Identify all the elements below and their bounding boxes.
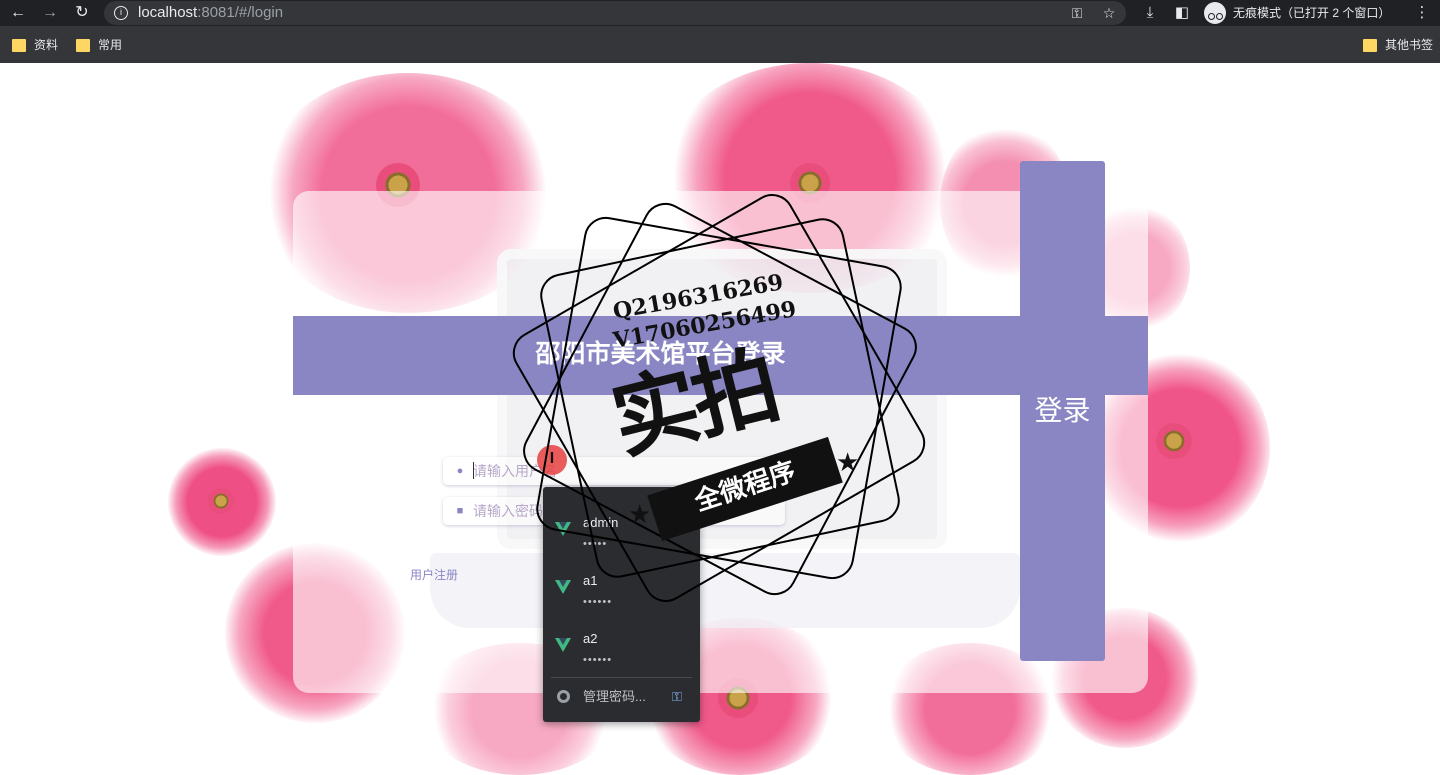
lock-icon: ■ bbox=[456, 505, 464, 517]
autofill-entry-a2[interactable]: a2 •••••• bbox=[543, 625, 700, 681]
incognito-icon bbox=[1204, 2, 1226, 24]
manage-passwords-item[interactable]: 管理密码... ⚿ bbox=[543, 682, 700, 712]
incognito-indicator[interactable]: 无痕模式（已打开 2 个窗口） bbox=[1200, 0, 1402, 26]
manage-passwords-label: 管理密码... bbox=[583, 689, 646, 704]
side-panel-icon[interactable]: ◧ bbox=[1172, 3, 1192, 23]
url-text[interactable]: localhost:8081/#/login bbox=[138, 4, 283, 22]
address-bar[interactable]: i localhost:8081/#/login ⚿ ☆ bbox=[104, 1, 1126, 25]
star-icon[interactable]: ☆ bbox=[1100, 4, 1118, 22]
register-link[interactable]: 用户注册 bbox=[410, 567, 458, 583]
info-icon[interactable]: i bbox=[114, 6, 128, 20]
vue-logo-icon bbox=[555, 638, 571, 652]
key-icon[interactable]: ⚿ bbox=[1068, 4, 1086, 22]
folder-icon bbox=[76, 39, 90, 52]
back-arrow-icon[interactable]: ← bbox=[8, 3, 28, 23]
login-page: 邵阳市美术馆平台登录 登录 ● ■ 用户注册 I admin ••••• a1 … bbox=[0, 63, 1440, 775]
chrome-icon bbox=[557, 690, 570, 703]
incognito-label: 无痕模式（已打开 2 个窗口） bbox=[1233, 6, 1391, 20]
user-icon: ● bbox=[456, 465, 464, 477]
autofill-password-mask: •••••• bbox=[583, 596, 613, 608]
text-caret bbox=[473, 462, 474, 479]
bookmark-folder-ziliao[interactable]: 资料 bbox=[12, 36, 58, 54]
login-button-label[interactable]: 登录 bbox=[1020, 391, 1105, 431]
vue-logo-icon bbox=[555, 580, 571, 594]
forward-arrow-icon[interactable]: → bbox=[40, 3, 60, 23]
bookmark-label: 常用 bbox=[98, 38, 123, 52]
bookmark-folder-changyong[interactable]: 常用 bbox=[76, 36, 122, 54]
key-icon: ⚿ bbox=[672, 689, 682, 704]
folder-icon bbox=[12, 39, 26, 52]
url-path: :8081/#/login bbox=[197, 4, 284, 21]
folder-icon bbox=[1363, 39, 1377, 52]
bookmarks-bar: 资料 常用 其他书签 bbox=[0, 26, 1440, 63]
autofill-divider bbox=[551, 677, 692, 678]
autofill-username: a2 bbox=[583, 631, 598, 646]
autofill-password-mask: •••••• bbox=[583, 654, 613, 666]
other-bookmarks[interactable]: 其他书签 bbox=[1363, 36, 1433, 54]
bookmark-label: 资料 bbox=[34, 38, 59, 52]
browser-toolbar: ← → ↻ i localhost:8081/#/login ⚿ ☆ ⤓ ◧ 无… bbox=[0, 0, 1440, 26]
star-icon: ★ bbox=[836, 447, 860, 477]
reload-icon[interactable]: ↻ bbox=[72, 3, 92, 23]
url-host: localhost bbox=[138, 4, 198, 21]
other-bookmarks-label: 其他书签 bbox=[1385, 38, 1434, 52]
star-icon: ★ bbox=[628, 499, 652, 529]
kebab-menu-icon[interactable]: ⋮ bbox=[1412, 3, 1432, 23]
download-icon[interactable]: ⤓ bbox=[1140, 3, 1160, 23]
autofill-username: a1 bbox=[583, 573, 598, 588]
